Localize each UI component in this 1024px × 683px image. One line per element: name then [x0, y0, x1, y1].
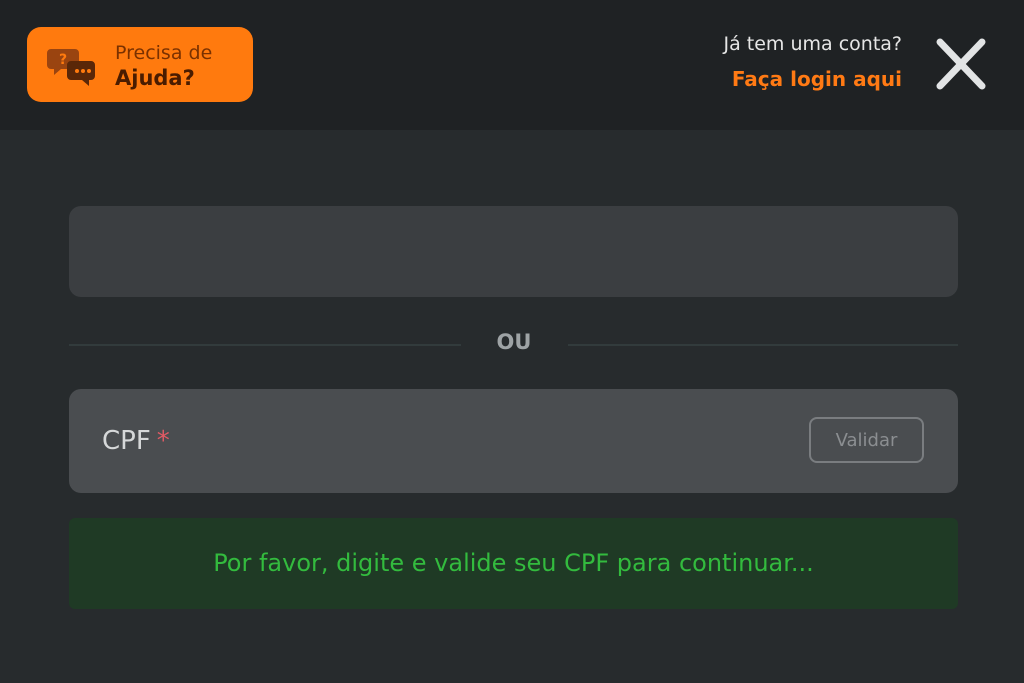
signup-option-field[interactable] — [69, 206, 958, 297]
notice-text: Por favor, digite e valide seu CPF para … — [213, 549, 814, 577]
cpf-label-text: CPF — [102, 426, 151, 456]
help-button[interactable]: ? Precisa de Ajuda? — [27, 27, 253, 102]
divider-line-right — [568, 344, 958, 346]
login-link[interactable]: Faça login aqui — [732, 67, 902, 91]
cpf-notice: Por favor, digite e valide seu CPF para … — [69, 518, 958, 609]
divider-text: OU — [496, 330, 532, 354]
modal-header: ? Precisa de Ajuda? Já tem uma conta? Fa… — [0, 0, 1024, 130]
close-button[interactable] — [930, 36, 992, 94]
divider-line-left — [69, 344, 461, 346]
signup-modal: ? Precisa de Ajuda? Já tem uma conta? Fa… — [0, 0, 1024, 683]
account-question: Já tem uma conta? — [723, 33, 903, 55]
validate-button[interactable]: Validar — [809, 417, 924, 463]
svg-text:?: ? — [59, 52, 67, 68]
cpf-label: CPF * — [102, 426, 170, 456]
help-label-line1: Precisa de — [115, 42, 213, 64]
cpf-field[interactable]: CPF * Validar — [69, 389, 958, 493]
required-mark: * — [156, 426, 170, 456]
close-icon — [936, 38, 986, 90]
chat-bubbles-icon: ? — [47, 49, 95, 86]
cpf-input[interactable] — [199, 413, 783, 471]
help-label-line2: Ajuda? — [115, 66, 195, 90]
